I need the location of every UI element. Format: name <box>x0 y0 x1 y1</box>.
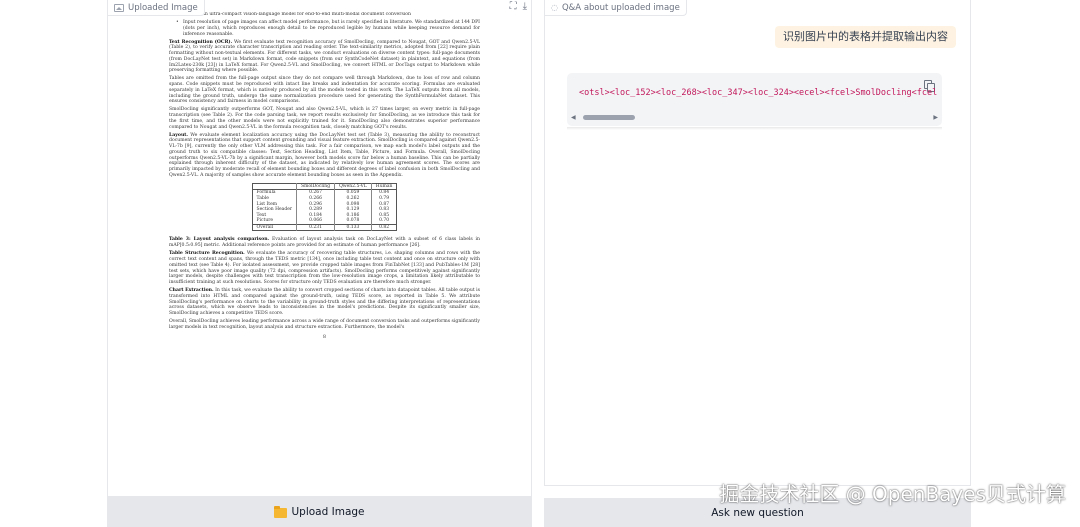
code-block-shadow <box>567 127 942 130</box>
qa-label: ◌ Q&A about uploaded image <box>545 0 687 16</box>
doc-layout-body: We evaluate element localization accurac… <box>169 132 480 178</box>
scroll-right-arrow-icon[interactable]: ▶ <box>933 114 938 121</box>
table-cell: 0.231 <box>296 224 335 231</box>
doc-layout-table: SmolDocling Qwen2.5-VL Human Formula 0.2… <box>251 182 398 232</box>
ask-new-question-label: Ask new question <box>711 506 804 519</box>
table-cell: 0.82 <box>370 224 397 231</box>
doc-tsr-title: Table Structure Recognition. <box>169 251 245 257</box>
doc-table-header: Human <box>370 183 397 190</box>
folder-icon <box>274 505 288 518</box>
uploaded-image-label: Uploaded Image <box>108 0 205 16</box>
chat-area: 识别图片中的表格并提取输出内容 <otsl><loc_152><loc_268>… <box>545 0 970 485</box>
doc-table-caption: Table 3: Layout analysis comparison. Eva… <box>169 237 480 249</box>
doc-layout-paragraph: Layout. We evaluate element localization… <box>169 133 480 179</box>
uploaded-image-label-text: Uploaded Image <box>128 2 198 13</box>
doc-table-header: SmolDocling <box>296 183 335 190</box>
doc-chart-paragraph: Chart Extraction. In this task, we evalu… <box>169 288 480 317</box>
doc-layout-title: Layout. <box>169 132 189 138</box>
doc-table-header <box>252 183 297 190</box>
image-toolbar: ⛶ ⤓ <box>510 1 527 13</box>
watermark: 掘金技术社区 @ OpenBayes贝式计算 <box>719 482 1066 506</box>
doc-tsr-body: We evaluate the accuracy of recovering t… <box>169 251 480 286</box>
doc-caption-title: Table 3: Layout analysis comparison. <box>169 237 270 243</box>
table-cell: Section Header <box>256 207 293 213</box>
horizontal-scrollbar[interactable]: ◀ ▶ <box>571 114 938 121</box>
scrollbar-thumb[interactable] <box>583 115 635 120</box>
table-cell: Overall <box>256 224 274 230</box>
upload-image-button[interactable]: Upload Image <box>108 496 531 527</box>
doc-ocr-paragraph: Text Recognition (OCR). We first evaluat… <box>169 40 480 75</box>
download-icon[interactable]: ⤓ <box>523 1 527 13</box>
chat-icon: ◌ <box>551 3 558 12</box>
doc-ocr-title: Text Recognition (OCR). <box>169 39 233 45</box>
doc-table-header: Qwen2.5-VL <box>334 183 372 190</box>
table-cell: 0.133 <box>334 224 372 231</box>
doc-table-header-row: SmolDocling Qwen2.5-VL Human <box>252 183 397 190</box>
doc-ocr-body: We first evaluate text recognition accur… <box>169 39 480 74</box>
document-page-image: SmolDocling: An ultra-compact vision-lan… <box>169 12 480 482</box>
upload-image-label: Upload Image <box>291 505 365 518</box>
code-output-block: <otsl><loc_152><loc_268><loc_347><loc_32… <box>567 73 942 126</box>
image-icon <box>114 3 124 12</box>
doc-bullet: Input resolution of page images can affe… <box>169 20 480 37</box>
doc-smol-paragraph: SmolDocling significantly outperforms GO… <box>169 107 480 130</box>
fullscreen-icon[interactable]: ⛶ <box>510 1 517 13</box>
table-row-overall: Overall 0.231 0.133 0.82 <box>252 224 397 231</box>
user-message: 识别图片中的表格并提取输出内容 <box>775 26 956 48</box>
qa-label-text: Q&A about uploaded image <box>561 2 680 13</box>
doc-header: SmolDocling: An ultra-compact vision-lan… <box>169 12 412 17</box>
doc-chart-body: In this task, we evaluate the ability to… <box>169 288 480 317</box>
scroll-left-arrow-icon[interactable]: ◀ <box>571 114 576 121</box>
doc-tsr-paragraph: Table Structure Recognition. We evaluate… <box>169 251 480 286</box>
uploaded-image-panel: Uploaded Image ⛶ ⤓ SmolDocling: An ultra… <box>107 0 532 527</box>
doc-tables-paragraph: Tables are omitted from the full-page ou… <box>169 76 480 105</box>
code-output-text: <otsl><loc_152><loc_268><loc_347><loc_32… <box>579 88 938 98</box>
qa-panel: ◌ Q&A about uploaded image 识别图片中的表格并提取输出… <box>544 0 971 486</box>
doc-closing-paragraph: Overall, SmolDocling achieves leading pe… <box>169 319 480 330</box>
doc-chart-title: Chart Extraction. <box>169 288 214 294</box>
doc-page-number: 8 <box>323 334 326 340</box>
